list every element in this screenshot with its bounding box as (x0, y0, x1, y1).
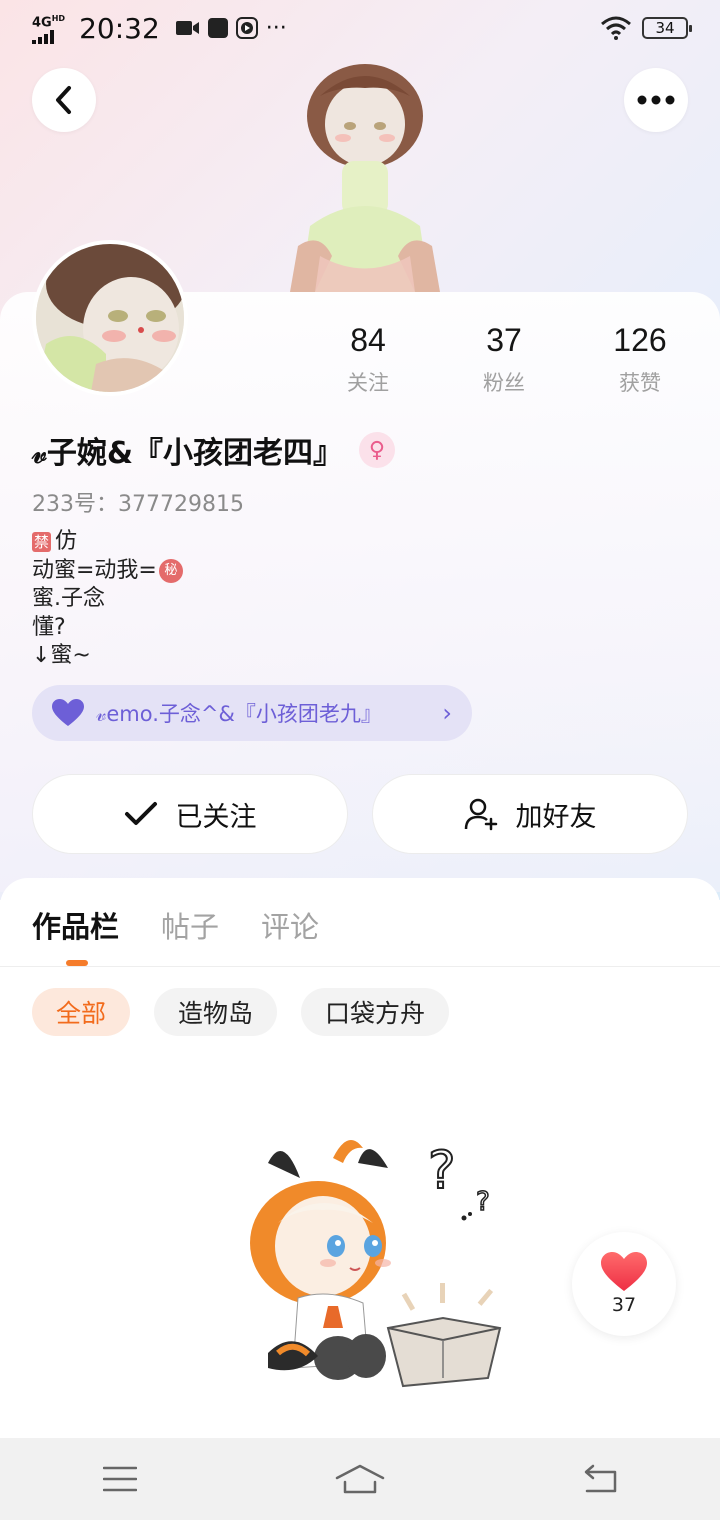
stat-value: 126 (613, 322, 667, 358)
secret-badge: 秘 (158, 558, 183, 583)
stat-followers[interactable]: 37 粉丝 (436, 322, 572, 397)
chip-pocket-ark[interactable]: 口袋方舟 (301, 988, 450, 1036)
following-label: 已关注 (175, 801, 257, 833)
bio-line: 动蜜=动我= (32, 557, 157, 583)
check-icon (124, 802, 157, 825)
stat-value: 84 (350, 322, 386, 358)
filter-chips: 全部 造物岛 口袋方舟 (32, 988, 450, 1036)
video-icon (175, 21, 199, 35)
menu-icon (103, 1466, 137, 1492)
female-icon: ♀ (358, 432, 395, 468)
chevron-right-icon: › (442, 699, 452, 727)
bio-line: 仿 (55, 529, 78, 554)
tab-posts[interactable]: 帖子 (161, 904, 219, 946)
stat-following[interactable]: 84 关注 (300, 322, 436, 397)
heart-icon (601, 1252, 647, 1291)
system-nav-bar (0, 1438, 720, 1520)
relationship-link[interactable]: 𝓋emo.子念^&『小孩团老九』 › (32, 685, 472, 741)
banner-character-image (290, 64, 440, 292)
chevron-left-icon (56, 86, 71, 114)
chip-creation-island[interactable]: 造物岛 (154, 988, 278, 1036)
bio-line: 懂? (32, 614, 66, 640)
bio-line: 蜜.子念 (32, 586, 105, 611)
menu-button[interactable] (90, 1449, 150, 1509)
prohibited-badge: 禁 (32, 532, 52, 553)
like-button[interactable]: 37 (572, 1232, 676, 1336)
home-icon (335, 1464, 385, 1494)
wifi-icon (601, 16, 631, 40)
status-bar: 4GHD 20:32 ··· 34 (0, 0, 720, 56)
like-count: 37 (611, 1294, 637, 1316)
tab-comments[interactable]: 评论 (261, 904, 319, 946)
svg-text:?: ? (476, 1187, 490, 1217)
chip-all[interactable]: 全部 (32, 988, 131, 1036)
user-id: 233号：377729815 (32, 492, 244, 517)
content-tabs: 作品栏 帖子 评论 (32, 904, 319, 946)
back-nav-button[interactable] (570, 1449, 630, 1509)
heart-icon (52, 699, 84, 726)
return-icon (584, 1464, 617, 1493)
svg-text:?: ? (428, 1141, 456, 1201)
divider (0, 966, 720, 967)
more-notifications: ··· (265, 15, 287, 41)
back-button[interactable] (32, 68, 96, 132)
signal-icon (32, 29, 54, 44)
home-button[interactable] (330, 1449, 390, 1509)
stat-label: 获赞 (619, 371, 661, 395)
bio-line: ↓蜜~ (32, 643, 91, 668)
tab-works[interactable]: 作品栏 (32, 904, 119, 946)
stat-likes[interactable]: 126 获赞 (572, 322, 708, 397)
relationship-name: 𝓋emo.子念^&『小孩团老九』 (96, 702, 382, 726)
add-friend-button[interactable]: 加好友 (372, 774, 688, 854)
more-button[interactable] (624, 68, 688, 132)
add-friend-label: 加好友 (515, 801, 597, 833)
username-row: 𝓋子婉&『小孩团老四』 ♀ (32, 428, 395, 472)
clock: 20:32 (79, 11, 160, 45)
avatar[interactable] (32, 240, 188, 396)
network-indicator: 4GHD (32, 12, 65, 44)
more-horizontal-icon (637, 95, 675, 105)
battery-icon: 34 (642, 17, 692, 39)
profile-stats: 84 关注 37 粉丝 126 获赞 (300, 322, 710, 397)
stat-value: 37 (486, 322, 522, 358)
bio: 禁 仿 动蜜=动我= 秘 蜜.子念 懂? ↓蜜~ (32, 528, 183, 671)
add-user-icon (464, 798, 497, 831)
content-section: 作品栏 帖子 评论 全部 造物岛 口袋方舟 ? ? (0, 878, 720, 1438)
empty-state-illustration: ? ? (250, 1140, 502, 1388)
stat-label: 粉丝 (483, 371, 525, 395)
username: 𝓋子婉&『小孩团老四』 (32, 436, 343, 471)
play-icon (235, 17, 258, 39)
app-notification-icon (207, 18, 228, 38)
stat-label: 关注 (347, 371, 389, 395)
following-button[interactable]: 已关注 (32, 774, 348, 854)
avatar-image (36, 244, 184, 392)
